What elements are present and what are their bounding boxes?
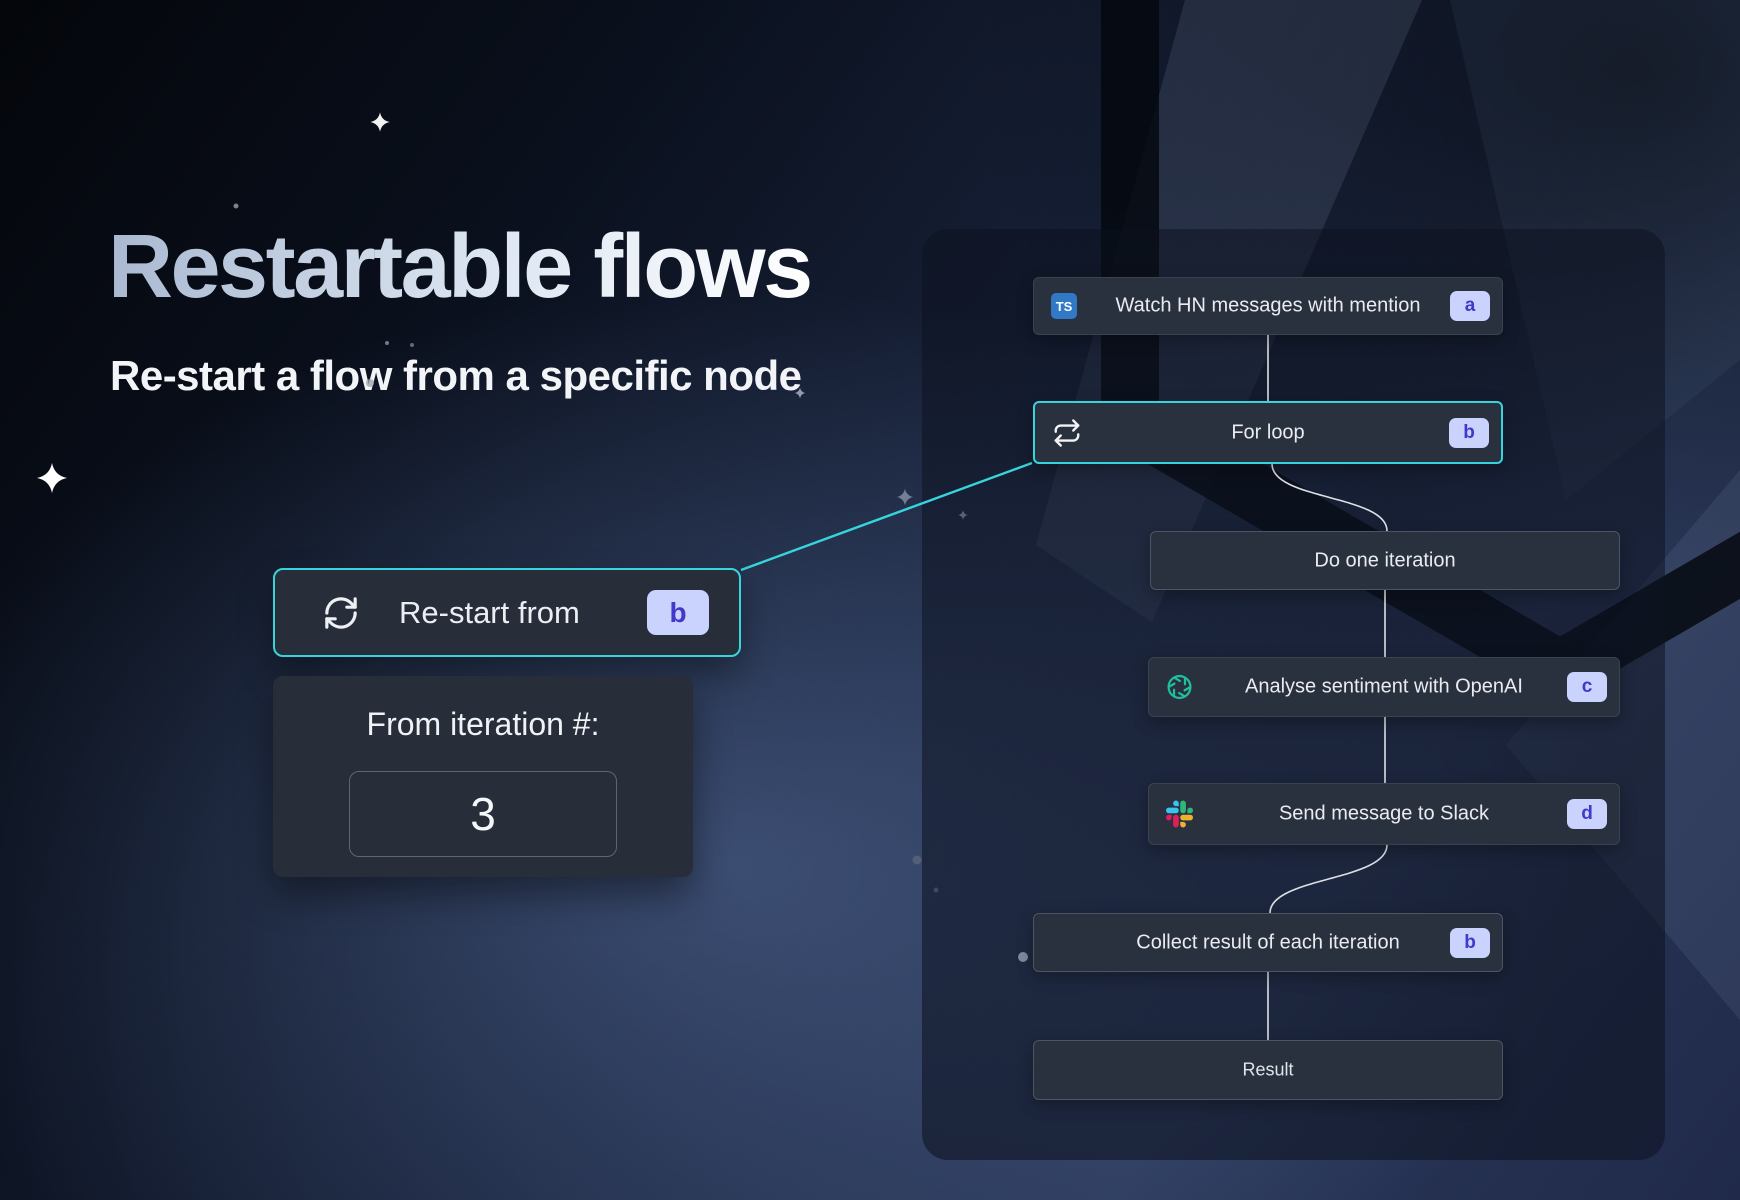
node-badge: b bbox=[1450, 928, 1490, 958]
restart-button[interactable]: Re-start from b bbox=[273, 568, 741, 657]
node-badge: c bbox=[1567, 672, 1607, 702]
node-badge: a bbox=[1450, 291, 1490, 321]
restart-target-badge: b bbox=[647, 590, 709, 635]
iteration-panel: From iteration #: bbox=[273, 676, 693, 877]
page-subtitle: Re-start a flow from a specific node bbox=[110, 352, 802, 400]
flow-node-openai[interactable]: Analyse sentiment with OpenAI c bbox=[1148, 657, 1620, 717]
restart-button-label: Re-start from bbox=[399, 595, 580, 631]
node-label: Collect result of each iteration bbox=[1034, 931, 1502, 954]
flow-node-result[interactable]: Result bbox=[1033, 1040, 1503, 1100]
flow-node-slack[interactable]: Send message to Slack d bbox=[1148, 783, 1620, 845]
iteration-input[interactable] bbox=[349, 771, 617, 857]
flow-node-watch-hn[interactable]: TS Watch HN messages with mention a bbox=[1033, 277, 1503, 335]
flow-node-do-one-iteration[interactable]: Do one iteration bbox=[1150, 531, 1620, 590]
node-badge: b bbox=[1449, 418, 1489, 448]
node-label: Send message to Slack bbox=[1149, 803, 1619, 826]
iteration-label: From iteration #: bbox=[273, 706, 693, 743]
node-badge: d bbox=[1567, 799, 1607, 829]
page-title: Restartable flows bbox=[108, 218, 811, 317]
node-label: Result bbox=[1034, 1060, 1502, 1081]
node-label: Do one iteration bbox=[1151, 549, 1619, 572]
node-label: For loop bbox=[1035, 421, 1501, 444]
node-label: Watch HN messages with mention bbox=[1034, 295, 1502, 318]
flow-node-collect-result[interactable]: Collect result of each iteration b bbox=[1033, 913, 1503, 972]
node-label: Analyse sentiment with OpenAI bbox=[1149, 676, 1619, 699]
refresh-icon bbox=[321, 593, 361, 633]
flow-node-for-loop[interactable]: For loop b bbox=[1033, 401, 1503, 464]
